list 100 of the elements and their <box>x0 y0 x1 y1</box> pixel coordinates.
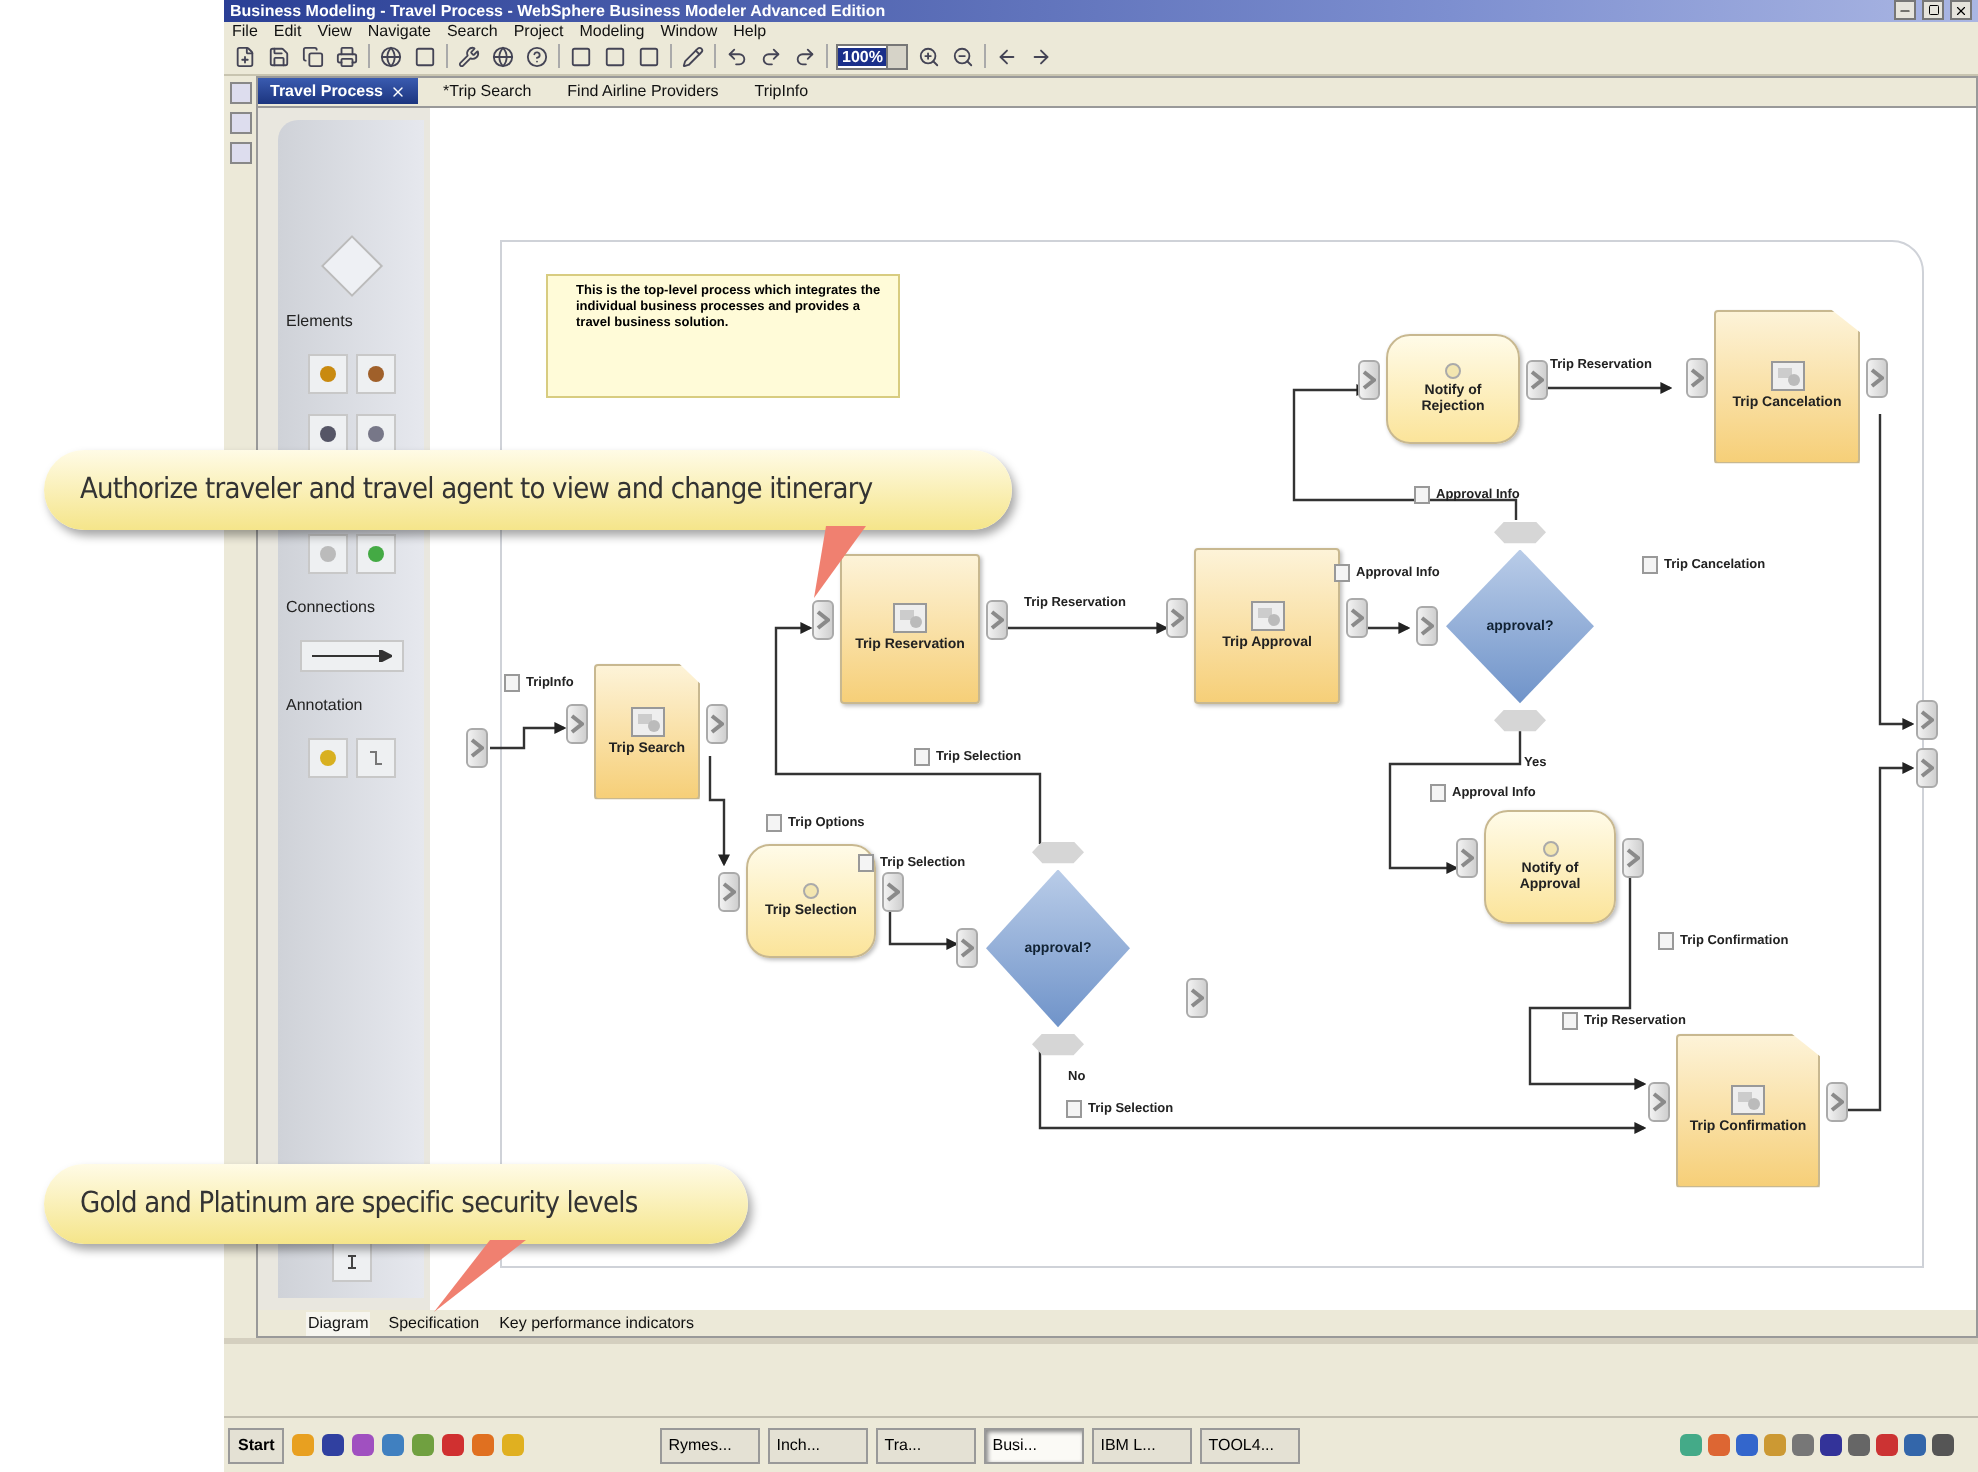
port-icon <box>1494 709 1546 732</box>
port-icon <box>1358 360 1380 401</box>
toolbar-icon[interactable] <box>636 43 662 70</box>
app-icon[interactable] <box>442 1434 465 1457</box>
toolbar-icon[interactable] <box>456 43 482 70</box>
menu-item[interactable]: Navigate <box>367 21 431 40</box>
port-icon <box>956 928 978 969</box>
palette-tool[interactable] <box>355 353 395 394</box>
editor-tab[interactable]: TripInfo <box>742 78 821 105</box>
taskbar-button[interactable]: Busi... <box>984 1427 1085 1464</box>
data-icon <box>1642 555 1658 574</box>
window-title: Business Modeling - Travel Process - WebSphere Business Modeler Advanced Edition <box>230 1 888 20</box>
tray-icon[interactable] <box>1932 1434 1954 1457</box>
toolbar-icon[interactable] <box>792 43 818 70</box>
port-icon <box>1866 358 1888 399</box>
data-icon <box>766 813 782 832</box>
data-icon <box>1430 783 1446 802</box>
port-icon <box>1166 597 1188 638</box>
tray-icon[interactable] <box>1820 1434 1842 1457</box>
process-icon <box>1769 360 1805 393</box>
menu-item[interactable]: Window <box>660 21 718 40</box>
toolbar-icon[interactable] <box>378 43 404 70</box>
port-icon <box>1186 977 1208 1018</box>
tray-icon[interactable] <box>1792 1434 1814 1457</box>
tray-icon[interactable] <box>1848 1434 1870 1457</box>
data-icon <box>914 747 930 766</box>
app-icon[interactable] <box>382 1434 405 1457</box>
circle-icon <box>317 423 337 444</box>
palette-section-title[interactable]: Connections <box>286 597 375 616</box>
person-task-icon <box>1444 361 1462 380</box>
connection-tool[interactable] <box>299 639 403 672</box>
close-icon[interactable] <box>1950 0 1972 21</box>
app-icon[interactable] <box>322 1434 345 1457</box>
zoom-out-icon[interactable] <box>950 43 977 70</box>
minimize-icon[interactable] <box>1894 0 1916 21</box>
toolbar-icon[interactable] <box>724 43 750 70</box>
zoom-dropdown[interactable]: 100% <box>836 43 909 70</box>
port-icon <box>1416 606 1438 647</box>
data-icon <box>858 853 874 872</box>
toolbar-icon[interactable] <box>334 43 360 70</box>
toolbar-icon[interactable] <box>758 43 784 70</box>
taskbar-button[interactable]: IBM L... <box>1092 1427 1193 1464</box>
tray-icon[interactable] <box>1736 1434 1758 1457</box>
zoom-in-icon[interactable] <box>916 43 943 70</box>
menu-item[interactable]: Project <box>513 21 564 40</box>
circle-icon <box>365 363 385 384</box>
toolbar-icon[interactable] <box>524 43 550 70</box>
person-task-icon <box>1541 839 1559 858</box>
port-icon <box>706 703 728 744</box>
port-icon <box>1456 838 1478 879</box>
port-icon <box>1686 358 1708 399</box>
palette-tool[interactable] <box>355 413 395 454</box>
start-button[interactable]: Start <box>228 1427 285 1464</box>
callout: Gold and Platinum are specific security levels <box>44 1164 748 1244</box>
toolbar-icon[interactable] <box>680 43 706 70</box>
toolbar-icon[interactable] <box>232 43 258 70</box>
data-icon <box>1414 485 1430 504</box>
toolbar-icon[interactable] <box>490 43 516 70</box>
palette-section-title[interactable]: Elements <box>286 311 353 330</box>
toolbar-icon[interactable] <box>602 43 628 70</box>
editor-page-tab[interactable]: Diagram <box>306 1311 371 1336</box>
menu-item[interactable]: Help <box>733 21 767 40</box>
connector-arrow <box>708 755 730 866</box>
process-icon <box>629 705 665 738</box>
view-icon[interactable] <box>229 81 251 104</box>
view-icon[interactable] <box>229 111 251 134</box>
tray-icon[interactable] <box>1904 1434 1926 1457</box>
toolbar-icon[interactable] <box>300 43 326 70</box>
taskbar-button[interactable]: Inch... <box>768 1427 869 1464</box>
editor-tab[interactable]: *Trip Search <box>430 78 544 105</box>
data-icon <box>1562 1011 1578 1030</box>
app-icon[interactable] <box>352 1434 375 1457</box>
port-icon <box>466 727 488 768</box>
taskbar-button[interactable]: Tra... <box>876 1427 977 1464</box>
connector-arrow <box>490 721 567 749</box>
menu-item[interactable]: Modeling <box>579 21 645 40</box>
data-icon <box>1066 1099 1082 1118</box>
editor-page-tab[interactable]: Key performance indicators <box>497 1311 696 1336</box>
taskbar-button[interactable]: Rymes... <box>660 1427 761 1464</box>
toolbar-icon[interactable] <box>266 43 292 70</box>
toolbar-icon[interactable] <box>568 43 594 70</box>
toolbar-icon[interactable] <box>412 43 438 70</box>
menu-item[interactable]: Edit <box>273 21 302 40</box>
view-icon[interactable] <box>229 141 251 164</box>
editor-page-tab[interactable]: Specification <box>386 1311 482 1336</box>
palette-section-title[interactable]: Annotation <box>286 695 363 714</box>
menu-item[interactable]: View <box>317 21 352 40</box>
palette-tool[interactable] <box>331 1242 371 1283</box>
maximize-icon[interactable] <box>1922 0 1944 21</box>
tray-icon[interactable] <box>1876 1434 1898 1457</box>
arrow-icon <box>311 649 391 662</box>
menu-item[interactable]: Search <box>446 21 498 40</box>
menu-item[interactable]: File <box>232 21 258 40</box>
taskbar-button[interactable]: TOOL4... <box>1200 1427 1301 1464</box>
port-icon <box>718 872 740 913</box>
palette-tool[interactable] <box>307 413 347 454</box>
connector-arrow <box>888 909 959 950</box>
editor-tab[interactable]: Find Airline Providers <box>555 78 731 105</box>
text-tool[interactable] <box>355 737 395 778</box>
editor-tab[interactable]: Travel Process <box>258 78 419 105</box>
